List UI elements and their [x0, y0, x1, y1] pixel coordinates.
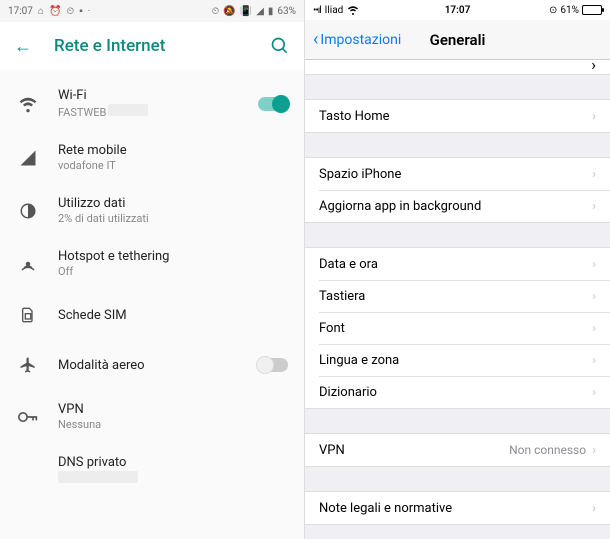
row-aggiorna-app[interactable]: Aggiorna app in background › [305, 190, 610, 222]
item-title: Utilizzo dati [58, 196, 288, 211]
vpn-icon [16, 410, 40, 424]
item-subtitle: vodafone IT [58, 159, 288, 172]
hotspot-icon [16, 255, 40, 273]
ios-settings-list: › Tasto Home › Spazio iPhone › Aggiorna … [305, 60, 610, 539]
row-tasto-home[interactable]: Tasto Home › [305, 100, 610, 132]
battery-icon [582, 5, 602, 15]
item-wifi[interactable]: Wi-Fi FASTWEB [0, 76, 304, 131]
row-label: Tasto Home [319, 109, 390, 124]
chevron-right-icon: › [592, 321, 596, 336]
row-note-legali[interactable]: Note legali e normative › [305, 492, 610, 524]
item-subtitle: Nessuna [58, 418, 288, 431]
chevron-right-icon: › [592, 109, 596, 124]
item-subtitle: 2% di dati utilizzati [58, 212, 288, 225]
row-label: Spazio iPhone [319, 167, 401, 182]
row-label: Font [319, 321, 345, 336]
status-time: 17:07 [8, 6, 33, 17]
android-settings-list: Wi-Fi FASTWEB Rete mobile vodafone IT Ut… [0, 70, 304, 504]
item-title: Schede SIM [58, 308, 288, 323]
item-title: Wi-Fi [58, 88, 258, 103]
android-screen: 17:07 ⌂ ⏰ ⏲ ▪ · ⏲ 🔕 📳 ◢ ▮ 63% ← Rete e I… [0, 0, 305, 539]
header-title: Rete e Internet [54, 36, 165, 56]
alarm-icon: ⏲ [66, 6, 74, 17]
item-sim[interactable]: Schede SIM [0, 290, 304, 340]
item-dns[interactable]: DNS privato [0, 443, 304, 498]
back-arrow-icon[interactable]: ← [14, 36, 32, 57]
ios-screen: ••ıl Iliad 17:07 ⊙ 61% ‹ Impostazioni Ge… [305, 0, 610, 539]
row-label: Data e ora [319, 257, 378, 272]
square-icon: ▪ [79, 6, 83, 17]
wifi-toggle[interactable] [258, 97, 288, 111]
row-label: Note legali e normative [319, 501, 452, 516]
row-value: Non connesso [509, 443, 586, 457]
item-hotspot[interactable]: Hotspot e tethering Off [0, 237, 304, 290]
row-spazio-iphone[interactable]: Spazio iPhone › [305, 158, 610, 190]
item-title: Hotspot e tethering [58, 249, 288, 264]
chevron-right-icon: › [592, 385, 596, 400]
android-header: ← Rete e Internet [0, 22, 304, 70]
item-title: DNS privato [58, 455, 288, 470]
chevron-right-icon: › [592, 257, 596, 272]
item-title: Rete mobile [58, 143, 288, 158]
wifi-icon [16, 94, 40, 114]
ios-nav-bar: ‹ Impostazioni Generali [305, 20, 610, 60]
alarm-icon: ⏰ [49, 6, 61, 17]
battery-icon: ▮ [268, 6, 274, 17]
row-lingua-zona[interactable]: Lingua e zona › [305, 344, 610, 376]
item-title: VPN [58, 402, 288, 417]
search-icon[interactable] [270, 36, 290, 56]
row-vpn[interactable]: VPN Non connesso › [305, 434, 610, 466]
item-title: Modalità aereo [58, 358, 258, 373]
more-icon: · [88, 6, 91, 17]
home-icon: ⌂ [38, 6, 44, 17]
android-status-bar: 17:07 ⌂ ⏰ ⏲ ▪ · ⏲ 🔕 📳 ◢ ▮ 63% [0, 0, 304, 22]
airplane-toggle[interactable] [258, 358, 288, 372]
chevron-right-icon: › [592, 289, 596, 304]
vibrate-icon: 📳 [240, 6, 252, 17]
signal-icon [16, 149, 40, 167]
row-label: Lingua e zona [319, 353, 399, 368]
item-vpn[interactable]: VPN Nessuna [0, 390, 304, 443]
dnd-icon: 🔕 [223, 6, 235, 17]
row-font[interactable]: Font › [305, 312, 610, 344]
row-label: Dizionario [319, 385, 377, 400]
chevron-right-icon: › [592, 443, 596, 458]
row-label: Aggiorna app in background [319, 199, 481, 214]
item-data-usage[interactable]: Utilizzo dati 2% di dati utilizzati [0, 184, 304, 237]
row-tastiera[interactable]: Tastiera › [305, 280, 610, 312]
signal-icon: ◢ [256, 6, 264, 17]
data-icon [16, 202, 40, 220]
status-battery: 63% [277, 6, 296, 17]
row-label: VPN [319, 443, 345, 458]
item-subtitle: FASTWEB [58, 104, 258, 119]
nav-title: Generali [305, 31, 610, 49]
chevron-right-icon: › [592, 353, 596, 368]
chevron-right-icon: › [592, 501, 596, 516]
sim-icon [16, 306, 40, 324]
row-data-ora[interactable]: Data e ora › [305, 248, 610, 280]
item-mobile-network[interactable]: Rete mobile vodafone IT [0, 131, 304, 184]
item-subtitle: Off [58, 265, 288, 278]
row-label: Tastiera [319, 289, 365, 304]
item-airplane[interactable]: Modalità aereo [0, 340, 304, 390]
status-time: 17:07 [305, 5, 610, 16]
chevron-right-icon: › [592, 199, 596, 214]
item-subtitle [58, 471, 288, 486]
ios-status-bar: ••ıl Iliad 17:07 ⊙ 61% [305, 0, 610, 20]
airplane-icon [16, 356, 40, 374]
chevron-right-icon: › [592, 167, 596, 182]
row-dizionario[interactable]: Dizionario › [305, 376, 610, 408]
alarm-icon: ⏲ [211, 6, 219, 17]
